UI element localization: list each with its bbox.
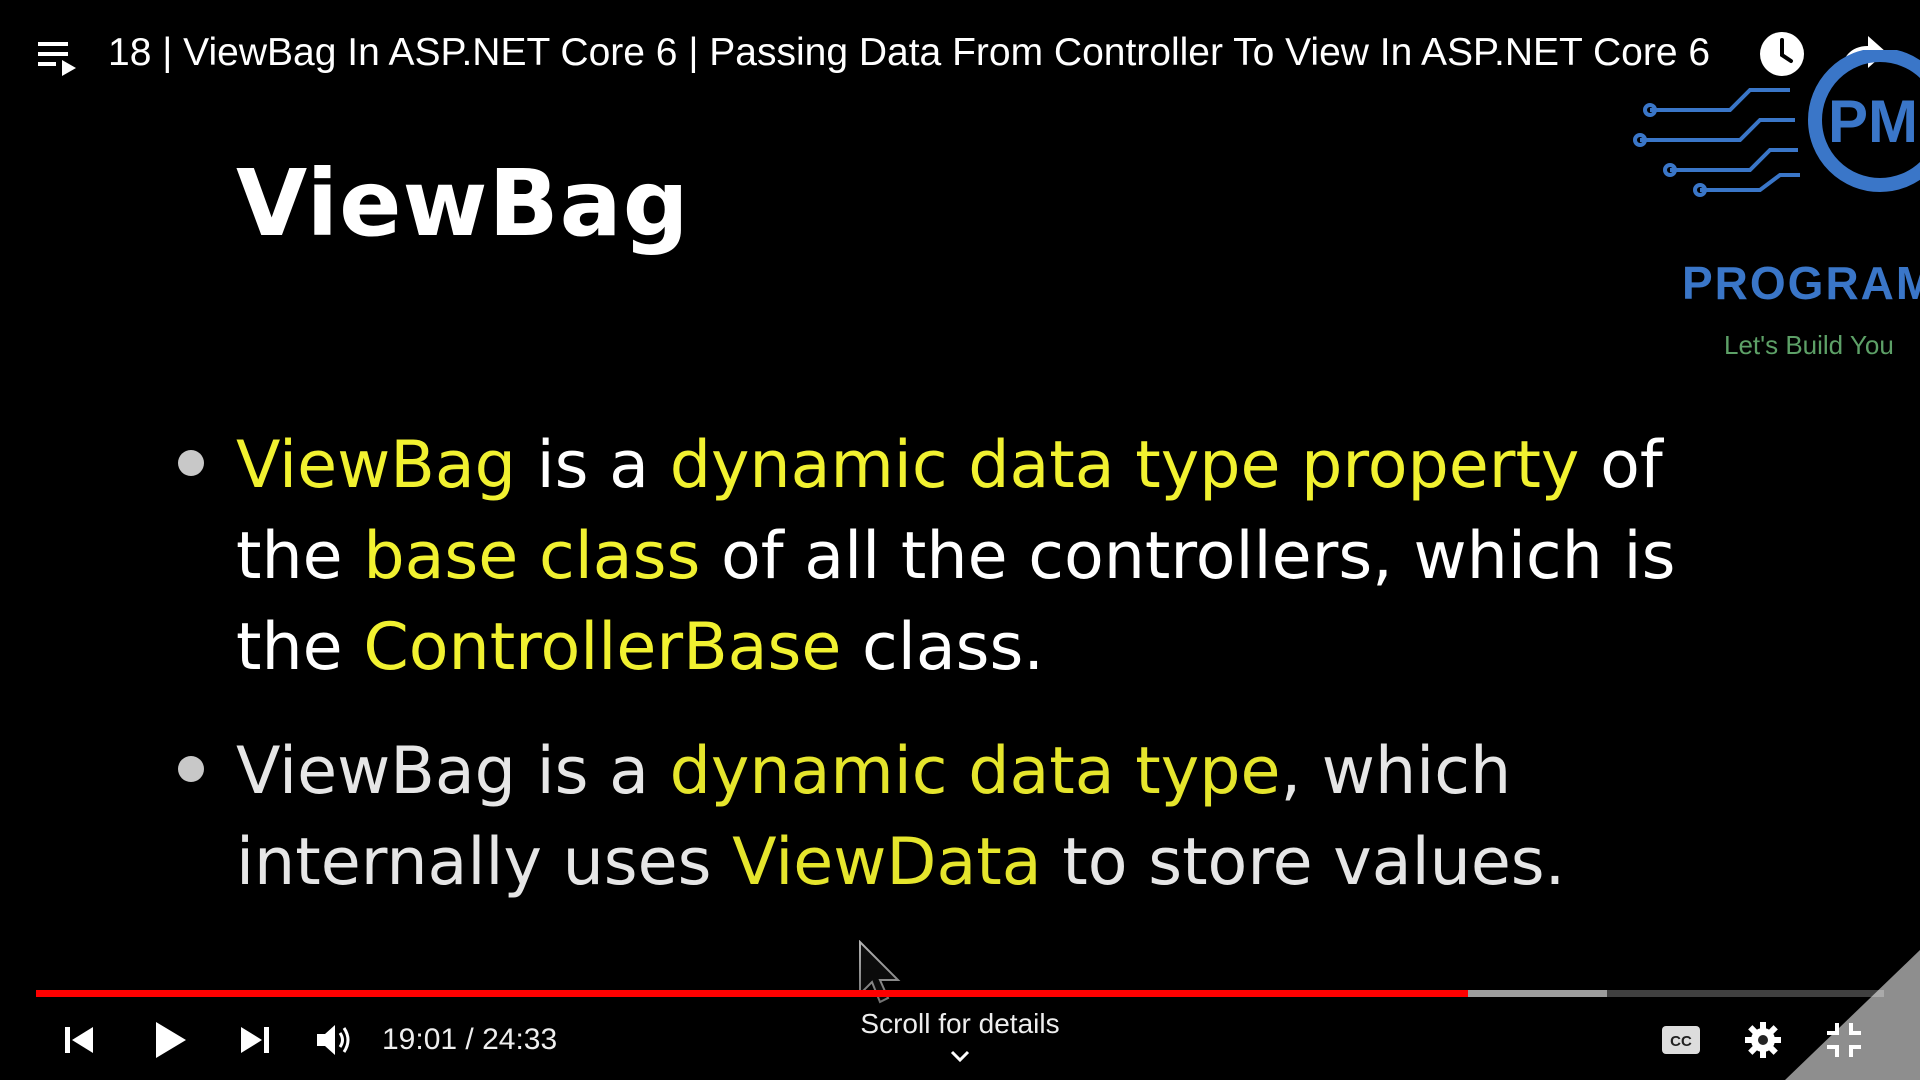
- play-icon: [156, 1022, 186, 1058]
- exit-fullscreen-icon: [1827, 1023, 1861, 1057]
- logo-name: PROGRAM: [1682, 257, 1920, 309]
- cc-icon: CC: [1662, 1026, 1700, 1054]
- bullet-text-highlight: ViewData: [732, 825, 1042, 900]
- bullet-text-plain: class.: [841, 610, 1045, 685]
- settings-gear-icon: [1745, 1022, 1781, 1058]
- channel-logo: PM: [1630, 48, 1920, 370]
- slide-title: ViewBag: [236, 150, 690, 257]
- chevron-down-icon[interactable]: [946, 1046, 974, 1068]
- next-icon: [241, 1027, 269, 1053]
- bullet-dot: [178, 450, 204, 476]
- progress-played: [36, 990, 1469, 997]
- slide-bullet-2: ViewBag is a dynamic data type, which in…: [178, 726, 1776, 908]
- bullet-text-highlight: ViewBag: [236, 428, 516, 503]
- scroll-for-details-hint[interactable]: Scroll for details: [760, 1008, 1160, 1040]
- next-button[interactable]: [232, 1018, 276, 1062]
- bullet-text-highlight: dynamic data type: [669, 734, 1281, 809]
- slide-bullet-1: ViewBag is a dynamic data type property …: [178, 420, 1776, 693]
- volume-button[interactable]: [310, 1018, 358, 1062]
- exit-fullscreen-button[interactable]: [1820, 1018, 1868, 1062]
- subtitles-button[interactable]: CC: [1658, 1018, 1704, 1062]
- bullet-text: ViewBag is a dynamic data type, which in…: [236, 734, 1565, 900]
- bullet-text-highlight: ControllerBase: [363, 610, 842, 685]
- logo-tagline: Let's Build You: [1724, 330, 1894, 360]
- progress-bar[interactable]: [36, 990, 1884, 997]
- previous-icon: [65, 1027, 93, 1053]
- bullet-text-plain: is a: [515, 428, 670, 503]
- bullet-text-plain: ViewBag is a: [236, 734, 670, 809]
- previous-button[interactable]: [58, 1018, 102, 1062]
- bullet-text-highlight: base class: [363, 519, 701, 594]
- bullet-text-highlight: dynamic data type property: [669, 428, 1580, 503]
- video-title[interactable]: 18 | ViewBag In ASP.NET Core 6 | Passing…: [108, 28, 1728, 78]
- playlist-icon[interactable]: [38, 38, 82, 78]
- volume-icon: [317, 1025, 350, 1055]
- logo-monogram: PM: [1828, 88, 1918, 155]
- bullet-dot: [178, 756, 204, 782]
- play-button[interactable]: [144, 1018, 196, 1062]
- settings-button[interactable]: [1740, 1018, 1786, 1062]
- time-display: 19:01 / 24:33: [382, 1023, 558, 1056]
- svg-text:CC: CC: [1670, 1033, 1692, 1050]
- bullet-text-plain: to store values.: [1041, 825, 1566, 900]
- bullet-text: ViewBag is a dynamic data type property …: [236, 428, 1675, 685]
